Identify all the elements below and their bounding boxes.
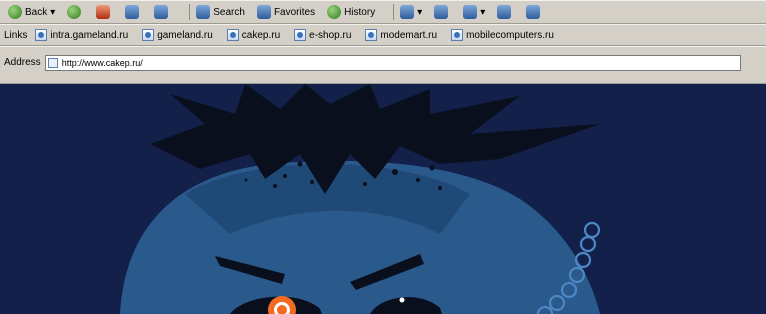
- stop-icon: [96, 5, 111, 19]
- browser-chrome: Back ▾ Search Favorites History ▾ ▾ Link…: [0, 0, 766, 84]
- link-label: e-shop.ru: [309, 29, 352, 41]
- address-label: Address: [4, 57, 41, 68]
- edit-icon: [463, 5, 478, 19]
- home-button[interactable]: [154, 5, 171, 19]
- edit-dropdown-icon: ▾: [480, 6, 486, 18]
- favorites-icon: [256, 5, 271, 19]
- address-url: http://www.cakep.ru/: [61, 58, 143, 68]
- link-label: modemart.ru: [380, 29, 438, 41]
- toolbar-separator: [189, 4, 191, 20]
- link-gameland[interactable]: gameland.ru: [142, 29, 213, 41]
- mail-button[interactable]: ▾: [400, 5, 422, 19]
- link-intra-gameland[interactable]: intra.gameland.ru: [35, 29, 128, 41]
- refresh-icon: [125, 5, 140, 19]
- edit-button[interactable]: ▾: [463, 5, 485, 19]
- page-icon: [365, 29, 378, 41]
- mascot-right-eye-highlight: [399, 297, 405, 303]
- mail-icon: [400, 5, 415, 19]
- links-label: Links: [4, 29, 28, 41]
- mail-dropdown-icon: ▾: [417, 6, 423, 18]
- back-arrow-icon: [8, 5, 22, 19]
- page-icon: [47, 58, 58, 68]
- favorites-button[interactable]: Favorites: [256, 5, 316, 19]
- mascot-illustration: [120, 84, 601, 314]
- discuss-icon: [497, 5, 512, 19]
- address-toolbar: Address http://www.cakep.ru/: [0, 46, 766, 84]
- site-menu: [608, 219, 610, 234]
- toolbar-separator: [393, 4, 395, 20]
- links-toolbar: Links intra.gameland.ru gameland.ru cake…: [0, 24, 766, 46]
- messenger-button[interactable]: [526, 5, 543, 19]
- search-icon: [196, 5, 211, 19]
- back-button[interactable]: Back ▾: [8, 5, 55, 19]
- link-label: gameland.ru: [157, 29, 213, 41]
- search-button[interactable]: Search: [196, 5, 245, 19]
- search-button-label: Search: [213, 6, 245, 18]
- link-mobilecomputers[interactable]: mobilecomputers.ru: [451, 29, 554, 41]
- discuss-button[interactable]: [497, 5, 514, 19]
- page-icon: [294, 29, 307, 41]
- link-cakep[interactable]: cakep.ru: [226, 29, 281, 41]
- page-icon: [35, 29, 48, 41]
- page-content: [0, 84, 766, 314]
- forward-arrow-icon: [67, 5, 82, 19]
- link-label: mobilecomputers.ru: [466, 29, 554, 41]
- forward-button[interactable]: [67, 5, 84, 19]
- print-icon: [434, 5, 449, 19]
- print-button[interactable]: [434, 5, 451, 19]
- link-label: intra.gameland.ru: [50, 29, 129, 41]
- history-icon: [327, 5, 342, 19]
- link-label: cakep.ru: [241, 29, 281, 41]
- link-modemart[interactable]: modemart.ru: [365, 29, 437, 41]
- back-dropdown-icon[interactable]: ▾: [50, 7, 55, 18]
- standard-toolbar: Back ▾ Search Favorites History ▾ ▾: [0, 0, 766, 24]
- menu-item[interactable]: [608, 219, 610, 234]
- stop-button[interactable]: [96, 5, 113, 19]
- home-icon: [154, 5, 169, 19]
- refresh-button[interactable]: [125, 5, 142, 19]
- page-icon: [451, 29, 464, 41]
- page-icon: [226, 29, 239, 41]
- link-e-shop[interactable]: e-shop.ru: [294, 29, 351, 41]
- favorites-button-label: Favorites: [273, 6, 316, 18]
- messenger-icon: [526, 5, 541, 19]
- back-button-label: Back: [25, 6, 48, 18]
- page-icon: [142, 29, 155, 41]
- history-button[interactable]: History: [327, 5, 375, 19]
- address-input[interactable]: http://www.cakep.ru/: [44, 55, 741, 71]
- history-button-label: History: [344, 6, 376, 18]
